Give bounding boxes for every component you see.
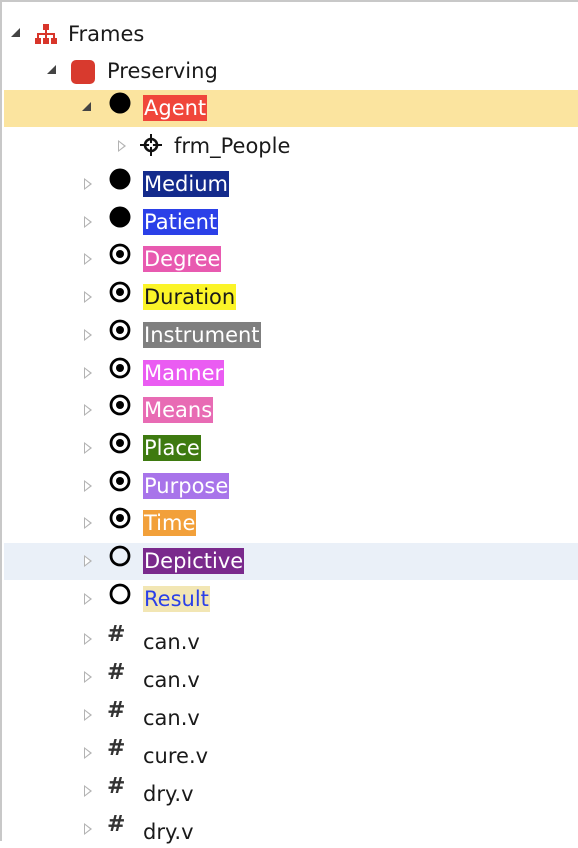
frame-element-label: Degree xyxy=(143,246,222,273)
dot-circle-icon xyxy=(108,431,132,455)
frame-element-label: Result xyxy=(143,585,210,612)
tree-label-frm-people: frm_People xyxy=(174,134,291,158)
collapse-toggle-icon[interactable] xyxy=(84,253,92,266)
tree-row-lexical-unit[interactable]: # can.v xyxy=(4,659,578,696)
lexical-unit-label: dry.v xyxy=(143,820,194,844)
frame-element-label: Patient xyxy=(143,208,219,235)
frame-element-label: Agent xyxy=(143,95,208,121)
frame-tree-panel: Frames Preserving Agent Medium Patient Degr… xyxy=(0,0,578,844)
frame-element-label: Instrument xyxy=(143,321,261,348)
collapse-toggle-icon[interactable] xyxy=(84,592,92,605)
collapse-toggle-icon[interactable] xyxy=(84,823,92,835)
dot-circle-icon xyxy=(108,469,132,493)
collapse-toggle-icon[interactable] xyxy=(84,709,92,721)
dot-circle-icon xyxy=(108,393,132,417)
expand-toggle-icon[interactable] xyxy=(11,28,20,37)
hash-icon: # xyxy=(107,622,126,647)
tree-row-means[interactable]: Means xyxy=(4,392,578,429)
lexical-unit-label: can.v xyxy=(143,668,200,692)
dot-circle-icon xyxy=(108,356,132,380)
tree-row-instrument[interactable]: Instrument xyxy=(4,317,578,354)
tree-row-manner[interactable]: Manner xyxy=(4,355,578,392)
expand-toggle-icon[interactable] xyxy=(82,102,91,111)
tree-row-medium[interactable]: Medium xyxy=(4,166,578,203)
dot-circle-icon xyxy=(108,506,132,530)
frame-icon xyxy=(70,59,95,84)
hash-icon: # xyxy=(107,660,126,685)
dot-circle-icon xyxy=(108,280,132,304)
collapse-toggle-icon[interactable] xyxy=(84,291,92,304)
empty-circle-icon xyxy=(108,544,132,568)
collapse-toggle-icon[interactable] xyxy=(84,671,92,683)
hash-icon: # xyxy=(107,698,126,723)
frame-element-label: Duration xyxy=(143,284,237,311)
collapse-toggle-icon[interactable] xyxy=(84,178,92,190)
hash-icon: # xyxy=(107,736,126,761)
lexical-unit-label: cure.v xyxy=(143,744,209,768)
tree-row-depictive[interactable]: Depictive xyxy=(4,543,578,580)
collapse-toggle-icon[interactable] xyxy=(84,441,92,454)
tree-row-lexical-unit[interactable]: # can.v xyxy=(4,621,578,658)
crosshair-icon xyxy=(139,133,163,157)
lexical-unit-label: can.v xyxy=(143,630,200,654)
tree-row-degree[interactable]: Degree xyxy=(4,241,578,278)
frame-element-label: Time xyxy=(143,510,197,537)
collapse-toggle-icon[interactable] xyxy=(84,555,92,567)
collapse-toggle-icon[interactable] xyxy=(84,366,92,379)
frame-element-label: Depictive xyxy=(143,548,245,574)
frame-element-label: Manner xyxy=(143,359,225,386)
collapse-toggle-icon[interactable] xyxy=(84,404,92,417)
tree-row-duration[interactable]: Duration xyxy=(4,279,578,316)
tree-row-lexical-unit[interactable]: # dry.v xyxy=(4,773,578,810)
frame-element-label: Means xyxy=(143,397,214,424)
frame-element-label: Medium xyxy=(143,171,229,197)
lexical-unit-label: dry.v xyxy=(143,782,194,806)
dot-circle-icon xyxy=(108,242,132,266)
filled-circle-icon xyxy=(108,205,132,229)
tree-row-patient[interactable]: Patient xyxy=(4,204,578,241)
tree-row-lexical-unit[interactable]: # can.v xyxy=(4,697,578,734)
tree-row-result[interactable]: Result xyxy=(4,581,578,618)
tree-row-frames[interactable]: Frames xyxy=(4,16,578,53)
dot-circle-icon xyxy=(108,318,132,342)
collapse-toggle-icon[interactable] xyxy=(84,328,92,341)
lexical-unit-label: can.v xyxy=(143,706,200,730)
tree-row-purpose[interactable]: Purpose xyxy=(4,468,578,505)
tree-row-lexical-unit[interactable]: # dry.v xyxy=(4,811,578,848)
collapse-toggle-icon[interactable] xyxy=(84,633,92,645)
tree-row-time[interactable]: Time xyxy=(4,505,578,542)
tree-row-preserving[interactable]: Preserving xyxy=(4,53,578,90)
tree-row-agent[interactable]: Agent xyxy=(4,90,578,127)
collapse-toggle-icon[interactable] xyxy=(84,517,92,530)
tree-label-frames: Frames xyxy=(68,22,145,46)
frame-element-label: Place xyxy=(143,434,201,461)
filled-circle-icon xyxy=(108,91,132,115)
filled-circle-icon xyxy=(108,167,132,191)
hierarchy-icon xyxy=(34,22,58,46)
tree-label-preserving: Preserving xyxy=(107,59,218,83)
empty-circle-icon xyxy=(108,582,132,606)
hash-icon: # xyxy=(107,812,126,837)
collapse-toggle-icon[interactable] xyxy=(84,747,92,759)
collapse-toggle-icon[interactable] xyxy=(84,215,92,228)
hash-icon: # xyxy=(107,774,126,799)
frame-element-label: Purpose xyxy=(143,472,230,499)
tree-row-lexical-unit[interactable]: # cure.v xyxy=(4,735,578,772)
collapse-toggle-icon[interactable] xyxy=(84,479,92,492)
expand-toggle-icon[interactable] xyxy=(47,65,56,74)
tree-row-frm-people[interactable]: frm_People xyxy=(4,128,578,165)
collapse-toggle-icon[interactable] xyxy=(84,785,92,797)
tree-row-place[interactable]: Place xyxy=(4,430,578,467)
collapse-toggle-icon[interactable] xyxy=(118,140,126,152)
